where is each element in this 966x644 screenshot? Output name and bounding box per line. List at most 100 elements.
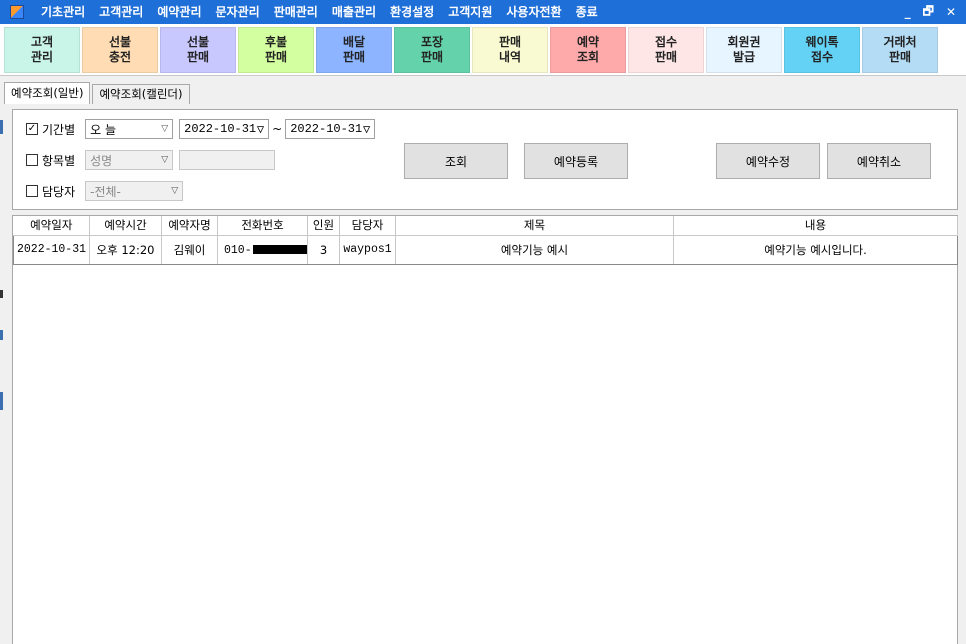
waytalk-intake-button[interactable]: 웨이톡 접수 <box>784 26 860 73</box>
button-label: 후불 <box>264 34 288 49</box>
date-range-separator: ~ <box>272 122 283 136</box>
postpaid-sale-button[interactable]: 후불 판매 <box>238 26 314 73</box>
prepaid-sale-button[interactable]: 선불 판매 <box>160 26 236 73</box>
left-edge-artifact <box>0 120 3 134</box>
tab-strip: 예약조회(일반) 예약조회(캘린더) <box>4 82 192 104</box>
minimize-icon[interactable]: _ <box>905 5 911 19</box>
button-label: 판매 <box>186 49 210 64</box>
button-label: 판매 <box>654 49 678 64</box>
period-checkbox[interactable]: ✓ <box>26 123 38 135</box>
chevron-down-icon: ▽ <box>362 122 371 137</box>
menu-switch-user[interactable]: 사용자전환 <box>499 0 568 24</box>
button-label: 접수 <box>654 34 678 49</box>
button-label: 포장 <box>420 34 444 49</box>
item-value-input[interactable] <box>179 150 276 170</box>
chevron-down-icon: ▽ <box>161 124 169 134</box>
menu-exit[interactable]: 종료 <box>569 0 605 24</box>
cell-title[interactable]: 예약기능 예시 <box>395 234 674 265</box>
menu-customer[interactable]: 고객관리 <box>92 0 150 24</box>
col-header-name[interactable]: 예약자명 <box>161 216 218 236</box>
prepaid-charge-button[interactable]: 선불 충전 <box>82 26 158 73</box>
col-header-staff[interactable]: 담당자 <box>339 216 396 236</box>
menu-basic[interactable]: 기초관리 <box>34 0 92 24</box>
menu-settings[interactable]: 환경설정 <box>383 0 441 24</box>
date-to-value: 2022-10-31 <box>290 122 363 136</box>
col-header-people[interactable]: 인원 <box>307 216 340 236</box>
menu-support[interactable]: 고객지원 <box>441 0 499 24</box>
button-label: 발급 <box>732 49 756 64</box>
cell-people[interactable]: 3 <box>307 234 340 265</box>
date-from-value: 2022-10-31 <box>184 122 257 136</box>
search-button[interactable]: 조회 <box>404 143 508 179</box>
window-controls: _ 🗗 ✕ <box>905 0 956 24</box>
cell-name[interactable]: 김웨이 <box>161 234 218 265</box>
customer-manage-button[interactable]: 고객 관리 <box>4 26 80 73</box>
tab-reservation-calendar[interactable]: 예약조회(캘린더) <box>92 84 190 104</box>
redaction-bar <box>252 245 307 254</box>
col-header-phone[interactable]: 전화번호 <box>217 216 308 236</box>
cell-date[interactable]: 2022-10-31 <box>13 234 90 265</box>
menu-bar: 기초관리 고객관리 예약관리 문자관리 판매관리 매출관리 환경설정 고객지원 … <box>0 0 966 24</box>
takeout-sale-button[interactable]: 포장 판매 <box>394 26 470 73</box>
cancel-reservation-button[interactable]: 예약취소 <box>827 143 931 179</box>
close-icon[interactable]: ✕ <box>946 5 956 19</box>
col-header-time[interactable]: 예약시간 <box>89 216 162 236</box>
col-header-content[interactable]: 내용 <box>673 216 958 236</box>
button-label: 판매 <box>498 34 522 49</box>
vendor-sale-button[interactable]: 거래처 판매 <box>862 26 938 73</box>
button-label: 선불 <box>186 34 210 49</box>
menu-sms[interactable]: 문자관리 <box>209 0 267 24</box>
staff-select[interactable]: -전체- ▽ <box>85 181 184 201</box>
left-edge-artifact <box>0 330 3 340</box>
col-header-title[interactable]: 제목 <box>395 216 674 236</box>
reservation-view-button[interactable]: 예약 조회 <box>550 26 626 73</box>
chevron-down-icon: ▽ <box>161 155 169 165</box>
button-label: 관리 <box>30 49 54 64</box>
button-label: 예약 <box>576 34 600 49</box>
register-reservation-button[interactable]: 예약등록 <box>524 143 628 179</box>
button-label: 판매 <box>342 49 366 64</box>
item-checkbox[interactable] <box>26 154 38 166</box>
intake-sale-button[interactable]: 접수 판매 <box>628 26 704 73</box>
tab-reservation-general[interactable]: 예약조회(일반) <box>4 82 91 104</box>
item-field-select[interactable]: 성명 ▽ <box>85 150 174 170</box>
chevron-down-icon: ▽ <box>256 122 265 137</box>
cell-time[interactable]: 오후 12:20 <box>89 234 162 265</box>
delivery-sale-button[interactable]: 배달 판매 <box>316 26 392 73</box>
button-label: 거래처 <box>883 34 917 49</box>
menu-sales[interactable]: 판매관리 <box>267 0 325 24</box>
cell-content[interactable]: 예약기능 예시입니다. <box>673 234 958 265</box>
cell-phone[interactable]: 010- <box>217 234 308 265</box>
button-label: 판매 <box>888 49 912 64</box>
left-edge-artifact <box>0 392 3 410</box>
sales-history-button[interactable]: 판매 내역 <box>472 26 548 73</box>
reservation-table: 예약일자 예약시간 예약자명 전화번호 인원 담당자 제목 내용 2022-10… <box>13 216 958 265</box>
item-field-value: 성명 <box>90 153 113 168</box>
period-filter-row: ✓ 기간별 오 늘 ▽ 2022-10-31 ▽ ~ 2022-10-31 ▽ <box>26 119 376 139</box>
chevron-down-icon: ▽ <box>171 186 179 196</box>
search-panel: ✓ 기간별 오 늘 ▽ 2022-10-31 ▽ ~ 2022-10-31 ▽ … <box>12 109 958 210</box>
restore-icon[interactable]: 🗗 <box>923 2 934 23</box>
menu-revenue[interactable]: 매출관리 <box>325 0 383 24</box>
staff-checkbox[interactable] <box>26 185 38 197</box>
date-from-picker[interactable]: 2022-10-31 ▽ <box>179 119 270 139</box>
period-preset-select[interactable]: 오 늘 ▽ <box>85 119 174 139</box>
col-header-date[interactable]: 예약일자 <box>13 216 90 236</box>
app-icon[interactable] <box>10 5 24 19</box>
grid-header-row: 예약일자 예약시간 예약자명 전화번호 인원 담당자 제목 내용 <box>13 216 958 236</box>
edit-reservation-button[interactable]: 예약수정 <box>716 143 820 179</box>
table-row[interactable]: 2022-10-31 오후 12:20 김웨이 010- 3 waypos1 예… <box>13 234 958 265</box>
button-label: 접수 <box>810 49 834 64</box>
membership-issue-button[interactable]: 회원권 발급 <box>706 26 782 73</box>
cell-staff[interactable]: waypos1 <box>339 234 396 265</box>
period-label: 기간별 <box>42 122 76 137</box>
staff-filter-row: 담당자 -전체- ▽ <box>26 181 184 201</box>
menu-reservation[interactable]: 예약관리 <box>150 0 208 24</box>
item-label: 항목별 <box>42 153 76 168</box>
button-label: 조회 <box>576 49 600 64</box>
phone-prefix: 010- <box>224 244 252 257</box>
button-label: 선불 <box>108 34 132 49</box>
date-to-picker[interactable]: 2022-10-31 ▽ <box>285 119 376 139</box>
reservation-grid: 예약일자 예약시간 예약자명 전화번호 인원 담당자 제목 내용 2022-10… <box>12 215 958 644</box>
staff-label: 담당자 <box>42 184 76 199</box>
